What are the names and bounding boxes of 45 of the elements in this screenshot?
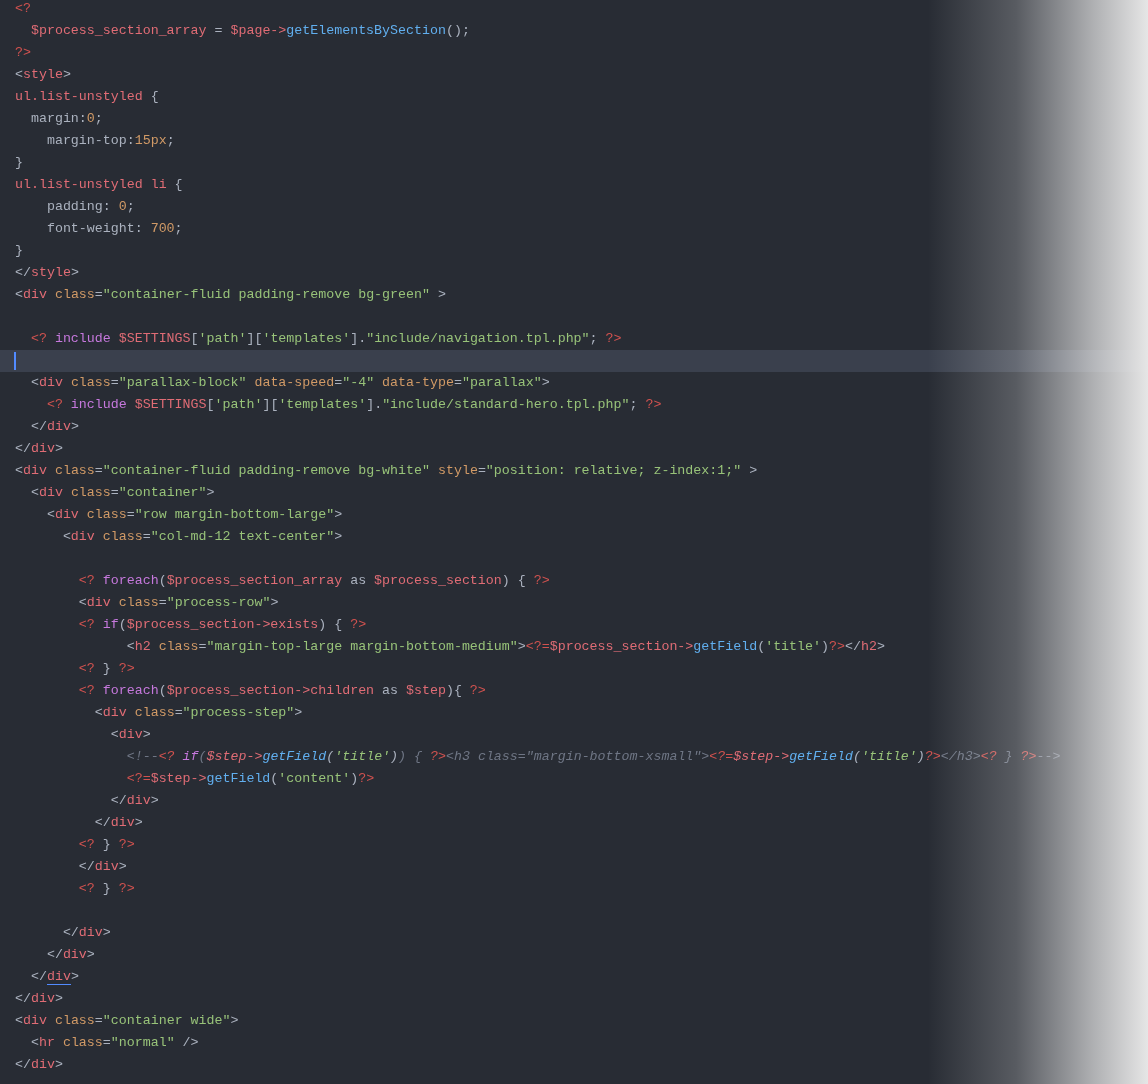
code-line: </div> [93,814,144,832]
code-line: <div class="container"> [29,484,216,502]
code-line: } [14,154,24,172]
code-line: <? foreach($process_section_array as $process_section) { ?> [77,572,551,590]
code-line: <? if($process_section->exists) { ?> [77,616,368,634]
code-line: <? include $SETTINGS['path']['templates']."include/standard-hero.tpl.php"; ?> [45,396,663,414]
code-line: margin:0; [29,110,104,128]
code-line: </div> [77,858,128,876]
code-line: } [14,242,24,260]
code-line: <div class="container-fluid padding-remove bg-white" style="position: relative; z-index:1;" > [14,462,759,480]
code-line: <div class="process-row"> [77,594,280,612]
code-line: ul.list-unstyled li { [14,176,184,194]
code-line: </div> [45,946,96,964]
code-line: </div> [29,418,80,436]
code-line: <div> [109,726,152,744]
code-line: ?> [14,44,32,62]
code-line: <h2 class="margin-top-large margin-bottom-medium"><?=$process_section->getField('title')?></h2> [125,638,886,656]
code-line: $process_section_array = $page->getElementsBySection(); [29,22,471,40]
code-line: <div class="parallax-block" data-speed="-4" data-type="parallax"> [29,374,551,392]
code-line: <div class="container-fluid padding-remove bg-green" > [14,286,447,304]
code-line: margin-top:15px; [45,132,176,150]
code-line: </div> [14,440,64,458]
text-cursor [14,352,16,370]
code-line: <? } ?> [77,880,136,898]
code-line: <? [14,0,32,18]
code-line: <? include $SETTINGS['path']['templates']."include/navigation.tpl.php"; ?> [29,330,623,348]
code-line: ul.list-unstyled { [14,88,160,106]
code-line: </style> [14,264,80,282]
code-line: <div class="row margin-bottom-large"> [45,506,344,524]
code-line: <div class="container wide"> [14,1012,240,1030]
code-line: <?=$step->getField('content')?> [125,770,376,788]
code-line: <hr class="normal" /> [29,1034,200,1052]
code-line: <? foreach($process_section->children as $step){ ?> [77,682,487,700]
code-line: <? } ?> [77,836,136,854]
code-line: <div class="col-md-12 text-center"> [61,528,344,546]
code-line: </div> [109,792,160,810]
code-line: </div> [14,1056,64,1074]
code-line: </div> [61,924,112,942]
code-line: <? } ?> [77,660,136,678]
code-line: padding: 0; [45,198,136,216]
code-line: <style> [14,66,72,84]
code-line: <div class="process-step"> [93,704,304,722]
code-line: </div> [14,990,64,1008]
code-line: <!--<? if($step->getField('title')) { ?><h3 class="margin-bottom-xsmall"><?=$step->getField('title')?></h3><? } ?>--> [125,748,1062,766]
code-line: font-weight: 700; [45,220,184,238]
